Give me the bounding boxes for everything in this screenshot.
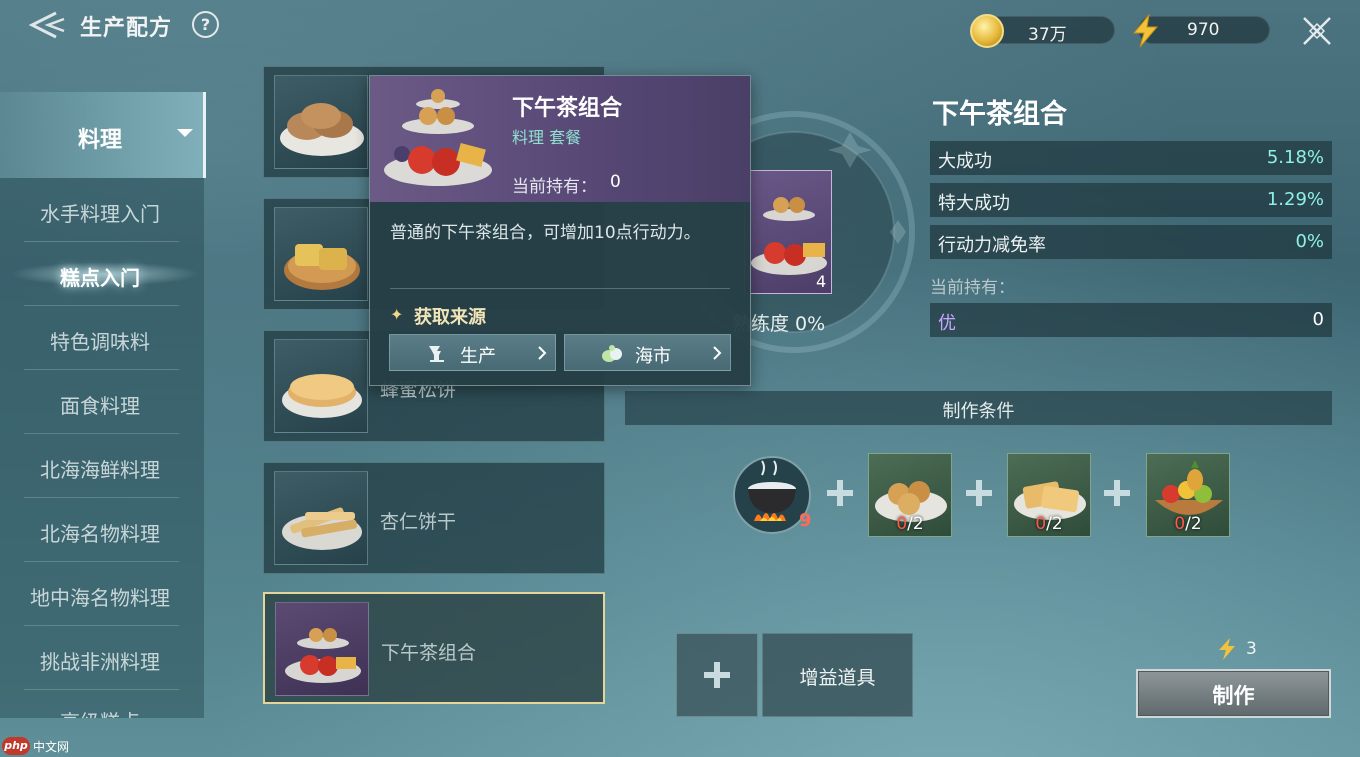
source-label: 获取来源 xyxy=(414,307,486,328)
tooltip-category: 料理 套餐 xyxy=(512,128,582,147)
ingredient-quantity: 0/2 xyxy=(1174,514,1202,534)
quality-label: 优 xyxy=(938,313,956,334)
menu-divider xyxy=(24,305,179,306)
gold-balance: 37万 xyxy=(985,16,1115,45)
back-icon[interactable] xyxy=(26,10,66,40)
source-market-button[interactable]: 海市 xyxy=(564,334,731,371)
menu-divider xyxy=(24,561,179,562)
chevron-right-icon xyxy=(713,346,722,360)
page-title: 生产配方 xyxy=(80,16,173,41)
category-active-label: 料理 xyxy=(78,128,123,153)
source-market-label: 海市 xyxy=(635,346,671,367)
gold-amount: 37万 xyxy=(1028,25,1067,45)
stat-label: 特大成功 xyxy=(938,193,1010,214)
stat-value: 1.29% xyxy=(1266,189,1324,210)
tooltip-title: 下午茶组合 xyxy=(512,96,623,121)
recipe-card[interactable]: 杏仁饼干 xyxy=(263,462,605,574)
chevron-right-icon xyxy=(538,346,547,360)
menu-item-north-sea-seafood[interactable]: 北海海鲜料理 xyxy=(0,454,200,483)
stat-great-success: 大成功 5.18% xyxy=(930,141,1332,175)
tooltip-divider xyxy=(390,288,730,289)
menu-divider xyxy=(24,497,179,498)
menu-divider xyxy=(24,625,179,626)
make-button-label: 制作 xyxy=(1212,684,1255,708)
lightning-icon xyxy=(1219,638,1235,660)
menu-divider xyxy=(24,369,179,370)
menu-divider xyxy=(24,689,179,690)
menu-item-mediterranean[interactable]: 地中海名物料理 xyxy=(0,582,200,611)
plus-icon xyxy=(964,478,994,508)
ingredient-slot[interactable]: 0/2 xyxy=(1007,453,1091,537)
tooltip-owned-label: 当前持有： xyxy=(512,177,597,197)
cake-icon xyxy=(274,207,368,301)
watermark-logo: php xyxy=(2,737,30,755)
coin-bag-icon xyxy=(602,345,622,362)
afternoon-tea-icon xyxy=(275,602,369,696)
menu-item-sailor-cooking[interactable]: 水手料理入门 xyxy=(0,198,200,227)
gold-coin-icon xyxy=(970,14,1004,48)
menu-item-north-sea-specialty[interactable]: 北海名物料理 xyxy=(0,518,200,547)
boost-items-label: 增益道具 xyxy=(799,667,876,689)
source-produce-label: 生产 xyxy=(460,346,496,367)
pancake-icon xyxy=(274,339,368,433)
help-icon[interactable]: ? xyxy=(192,11,219,38)
detail-title: 下午茶组合 xyxy=(932,99,1067,130)
sparkle-icon: ✦ xyxy=(390,305,404,324)
lightning-icon xyxy=(1132,14,1159,48)
plus-icon xyxy=(702,660,732,690)
ingredient-quantity: 0/2 xyxy=(896,514,924,534)
menu-item-seasoning[interactable]: 特色调味料 xyxy=(0,326,200,355)
stat-value: 5.18% xyxy=(1266,147,1324,168)
chevron-down-icon xyxy=(177,129,193,137)
menu-item-noodles[interactable]: 面食料理 xyxy=(0,390,200,419)
ingredient-quantity: 0/2 xyxy=(1035,514,1063,534)
afternoon-tea-icon xyxy=(384,89,492,186)
tooltip-description: 普通的下午茶组合，可增加10点行动力。 xyxy=(390,223,701,243)
stat-huge-success: 特大成功 1.29% xyxy=(930,183,1332,217)
bread-icon xyxy=(274,75,368,169)
holding-label: 当前持有： xyxy=(930,278,1015,298)
stat-label: 行动力减免率 xyxy=(938,235,1046,256)
plus-icon xyxy=(825,478,855,508)
menu-item-africa[interactable]: 挑战非洲料理 xyxy=(0,646,200,675)
energy-cost: 3 xyxy=(1246,639,1257,659)
energy-amount: 970 xyxy=(1187,20,1220,40)
stat-label: 大成功 xyxy=(938,151,992,172)
ingredient-slot[interactable]: 0/2 xyxy=(1146,453,1230,537)
ingredient-slot[interactable]: 0/2 xyxy=(868,453,952,537)
item-count: 4 xyxy=(816,272,827,291)
close-icon[interactable] xyxy=(1300,14,1334,48)
source-produce-button[interactable]: 生产 xyxy=(389,334,556,371)
menu-divider xyxy=(24,433,179,434)
recipe-card-selected[interactable]: 下午茶组合 xyxy=(263,592,605,704)
add-boost-button[interactable] xyxy=(676,633,758,717)
tooltip-owned-value: 0 xyxy=(610,172,621,192)
recipe-name: 杏仁饼干 xyxy=(380,511,457,533)
stat-value: 0% xyxy=(1295,231,1324,252)
menu-item-pastry[interactable]: 糕点入门 xyxy=(0,262,200,291)
menu-item-advanced-pastry[interactable]: 高级糕点 xyxy=(0,708,200,718)
anvil-icon xyxy=(429,346,444,362)
quality-value: 0 xyxy=(1312,309,1324,330)
plus-icon xyxy=(1102,478,1132,508)
quality-row: 优 0 xyxy=(930,303,1332,337)
menu-divider xyxy=(24,241,179,242)
pot-count: 9 xyxy=(799,510,812,531)
stat-energy-reduction: 行动力减免率 0% xyxy=(930,225,1332,259)
watermark-text: 中文网 xyxy=(33,740,70,754)
conditions-label: 制作条件 xyxy=(942,401,1015,422)
almond-biscuit-icon xyxy=(274,471,368,565)
recipe-name: 下午茶组合 xyxy=(381,642,477,664)
